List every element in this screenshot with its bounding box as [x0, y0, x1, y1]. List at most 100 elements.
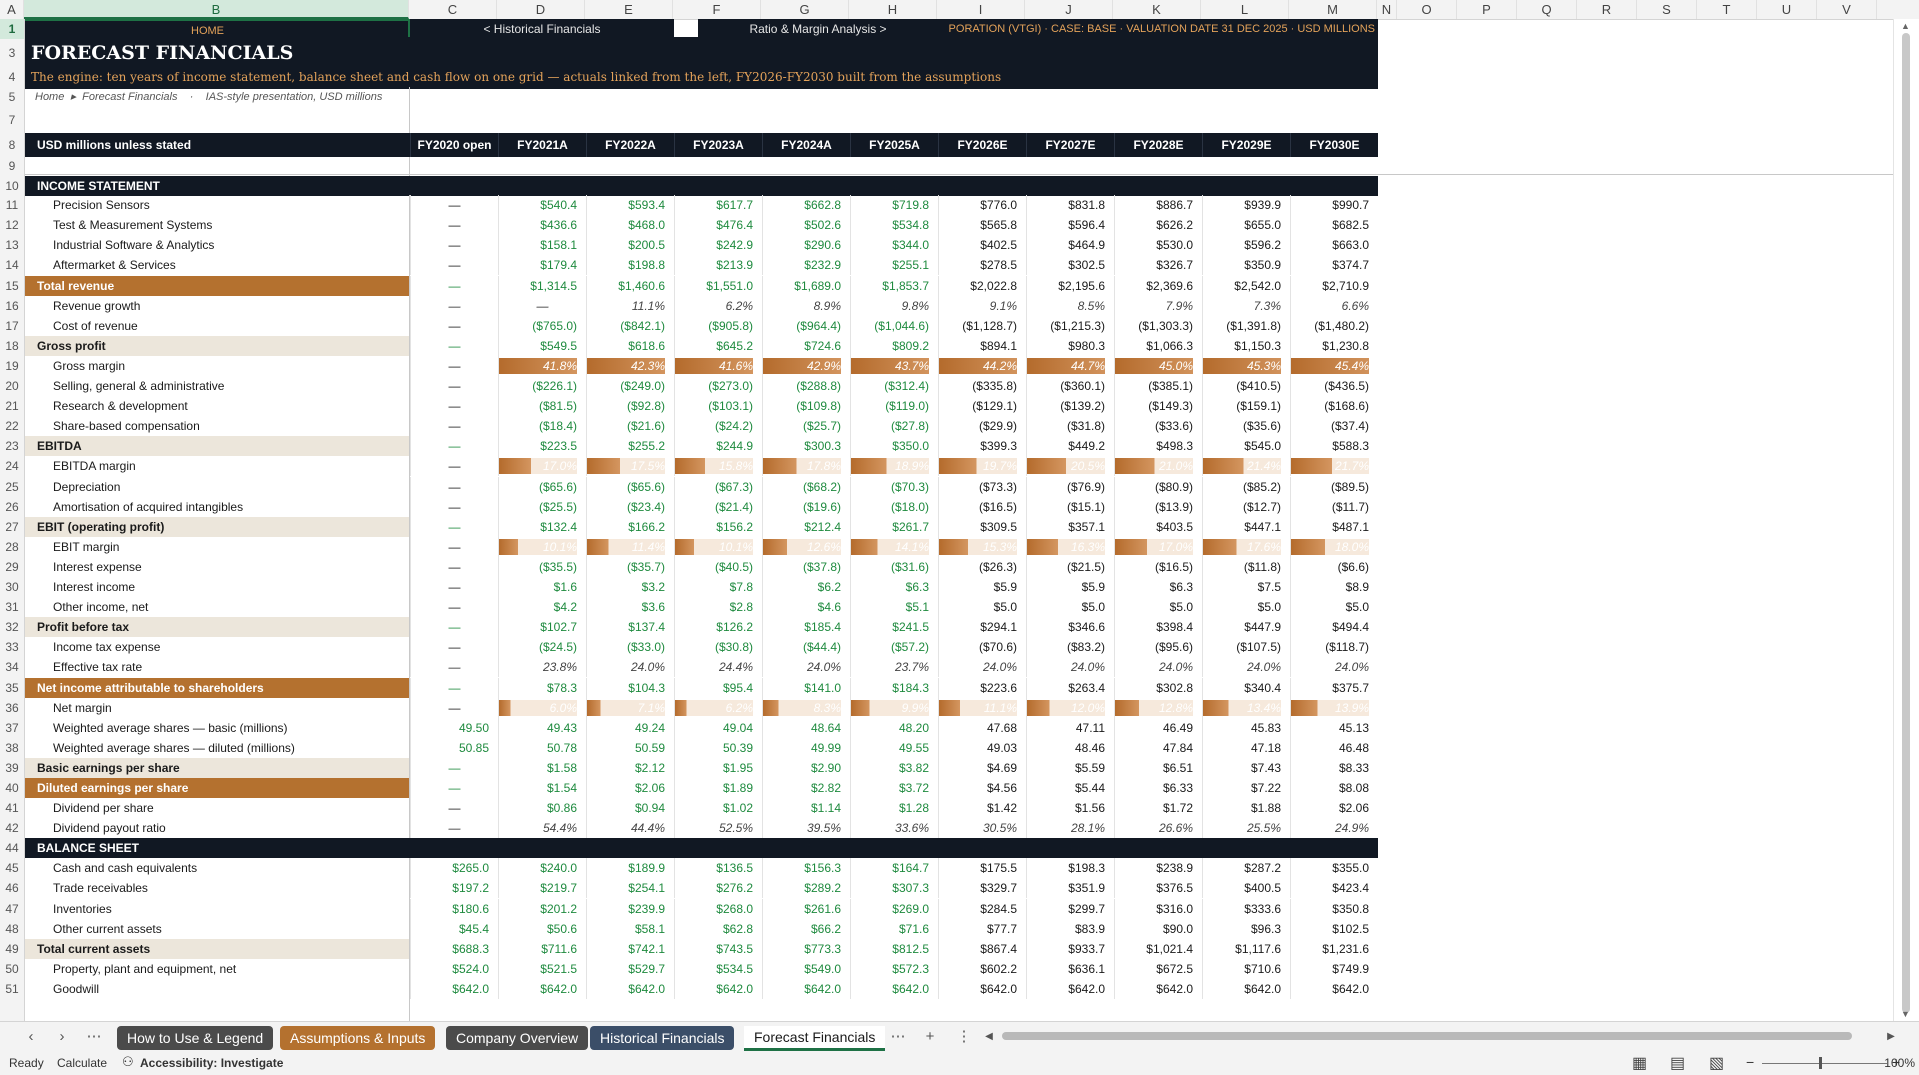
value-cell[interactable]: $350.9 — [1202, 255, 1290, 276]
value-cell[interactable]: $2,195.6 — [1026, 275, 1114, 296]
value-cell[interactable]: $333.6 — [1202, 898, 1290, 919]
value-cell[interactable]: $287.2 — [1202, 858, 1290, 879]
value-cell[interactable]: 7.3% — [1202, 295, 1290, 316]
value-cell[interactable]: ($57.2) — [850, 637, 938, 658]
row-header[interactable]: 3 — [0, 39, 24, 67]
value-cell[interactable]: $197.2 — [410, 878, 498, 899]
column-header-b[interactable]: B — [24, 0, 409, 19]
value-cell[interactable]: $494.4 — [1290, 617, 1378, 638]
value-cell[interactable]: ($1,480.2) — [1290, 315, 1378, 336]
value-cell[interactable]: $809.2 — [850, 335, 938, 356]
value-cell[interactable]: 45.4% — [1290, 355, 1378, 376]
value-cell[interactable]: $402.5 — [938, 235, 1026, 256]
horizontal-scrollbar[interactable] — [996, 1031, 1876, 1041]
value-cell[interactable]: $1,460.6 — [586, 275, 674, 296]
row-header[interactable]: 39 — [0, 758, 24, 778]
value-cell[interactable]: $102.5 — [1290, 918, 1378, 939]
value-cell[interactable]: $261.7 — [850, 516, 938, 537]
value-cell[interactable]: $344.0 — [850, 235, 938, 256]
value-cell[interactable]: $244.9 — [674, 436, 762, 457]
value-cell[interactable]: $294.1 — [938, 617, 1026, 638]
value-cell[interactable]: 9.8% — [850, 295, 938, 316]
value-cell[interactable]: ($16.5) — [1114, 556, 1202, 577]
value-cell[interactable]: $1.88 — [1202, 798, 1290, 819]
value-cell[interactable]: ($129.1) — [938, 396, 1026, 417]
value-cell[interactable]: — — [410, 396, 498, 417]
value-cell[interactable]: $642.0 — [1026, 978, 1114, 999]
row-header[interactable]: 38 — [0, 738, 24, 758]
value-cell[interactable]: 26.6% — [1114, 818, 1202, 839]
value-cell[interactable]: 15.8% — [674, 456, 762, 477]
value-cell[interactable]: 24.0% — [1202, 657, 1290, 678]
value-cell[interactable]: $4.56 — [938, 778, 1026, 799]
value-cell[interactable]: $549.0 — [762, 958, 850, 979]
value-cell[interactable]: $2.06 — [1290, 798, 1378, 819]
value-cell[interactable]: $141.0 — [762, 677, 850, 698]
zoom-level[interactable]: 100% — [1884, 1056, 1915, 1070]
value-cell[interactable]: 48.20 — [850, 717, 938, 738]
value-cell[interactable]: — — [410, 697, 498, 718]
value-cell[interactable]: $867.4 — [938, 938, 1026, 959]
value-cell[interactable]: $0.86 — [498, 798, 586, 819]
value-cell[interactable]: $502.6 — [762, 215, 850, 236]
value-cell[interactable]: ($70.6) — [938, 637, 1026, 658]
value-cell[interactable]: $596.4 — [1026, 215, 1114, 236]
value-cell[interactable]: 52.5% — [674, 818, 762, 839]
calculate-button[interactable]: Calculate — [57, 1056, 107, 1070]
value-cell[interactable]: 33.6% — [850, 818, 938, 839]
value-cell[interactable]: 17.6% — [1202, 536, 1290, 557]
row-header[interactable]: 22 — [0, 416, 24, 436]
row-header[interactable]: 40 — [0, 778, 24, 798]
value-cell[interactable]: $351.9 — [1026, 878, 1114, 899]
zoom-slider-thumb[interactable] — [1819, 1057, 1822, 1069]
value-cell[interactable]: $0.94 — [586, 798, 674, 819]
value-cell[interactable]: $540.4 — [498, 195, 586, 216]
value-cell[interactable]: $5.9 — [1026, 577, 1114, 598]
row-header[interactable]: 12 — [0, 215, 24, 235]
value-cell[interactable]: $617.7 — [674, 195, 762, 216]
row-header[interactable]: 25 — [0, 477, 24, 497]
column-header-m[interactable]: M — [1289, 0, 1377, 19]
value-cell[interactable]: $232.9 — [762, 255, 850, 276]
value-cell[interactable]: 9.9% — [850, 697, 938, 718]
value-cell[interactable]: 7.1% — [586, 697, 674, 718]
value-cell[interactable]: ($80.9) — [1114, 476, 1202, 497]
value-cell[interactable]: — — [410, 335, 498, 356]
value-cell[interactable]: 21.4% — [1202, 456, 1290, 477]
row-header[interactable]: 14 — [0, 255, 24, 275]
row-header[interactable]: 34 — [0, 657, 24, 677]
value-cell[interactable]: $549.5 — [498, 335, 586, 356]
value-cell[interactable]: ($1,215.3) — [1026, 315, 1114, 336]
value-cell[interactable]: $58.1 — [586, 918, 674, 939]
value-cell[interactable]: $350.0 — [850, 436, 938, 457]
value-cell[interactable]: 28.1% — [1026, 818, 1114, 839]
value-cell[interactable]: 8.3% — [762, 697, 850, 718]
value-cell[interactable]: $6.3 — [1114, 577, 1202, 598]
value-cell[interactable]: — — [410, 778, 498, 799]
column-header-e[interactable]: E — [585, 0, 673, 19]
value-cell[interactable]: $255.1 — [850, 255, 938, 276]
value-cell[interactable]: $340.4 — [1202, 677, 1290, 698]
value-cell[interactable]: ($16.5) — [938, 496, 1026, 517]
value-cell[interactable]: $6.51 — [1114, 757, 1202, 778]
value-cell[interactable]: ($119.0) — [850, 396, 938, 417]
column-header-v[interactable]: V — [1817, 0, 1877, 19]
value-cell[interactable]: 10.1% — [674, 536, 762, 557]
value-cell[interactable]: $642.0 — [410, 978, 498, 999]
value-cell[interactable]: $1,117.6 — [1202, 938, 1290, 959]
value-cell[interactable]: — — [410, 577, 498, 598]
value-cell[interactable]: $724.6 — [762, 335, 850, 356]
value-cell[interactable]: $184.3 — [850, 677, 938, 698]
value-cell[interactable]: $300.3 — [762, 436, 850, 457]
value-cell[interactable]: 24.0% — [1026, 657, 1114, 678]
value-cell[interactable]: $719.8 — [850, 195, 938, 216]
value-cell[interactable]: $423.4 — [1290, 878, 1378, 899]
value-cell[interactable]: $655.0 — [1202, 215, 1290, 236]
value-cell[interactable]: 18.9% — [850, 456, 938, 477]
value-cell[interactable]: — — [410, 677, 498, 698]
value-cell[interactable]: $5.0 — [1202, 597, 1290, 618]
value-cell[interactable]: 41.6% — [674, 355, 762, 376]
value-cell[interactable]: $2,542.0 — [1202, 275, 1290, 296]
value-cell[interactable]: 50.59 — [586, 737, 674, 758]
value-cell[interactable]: $136.5 — [674, 858, 762, 879]
